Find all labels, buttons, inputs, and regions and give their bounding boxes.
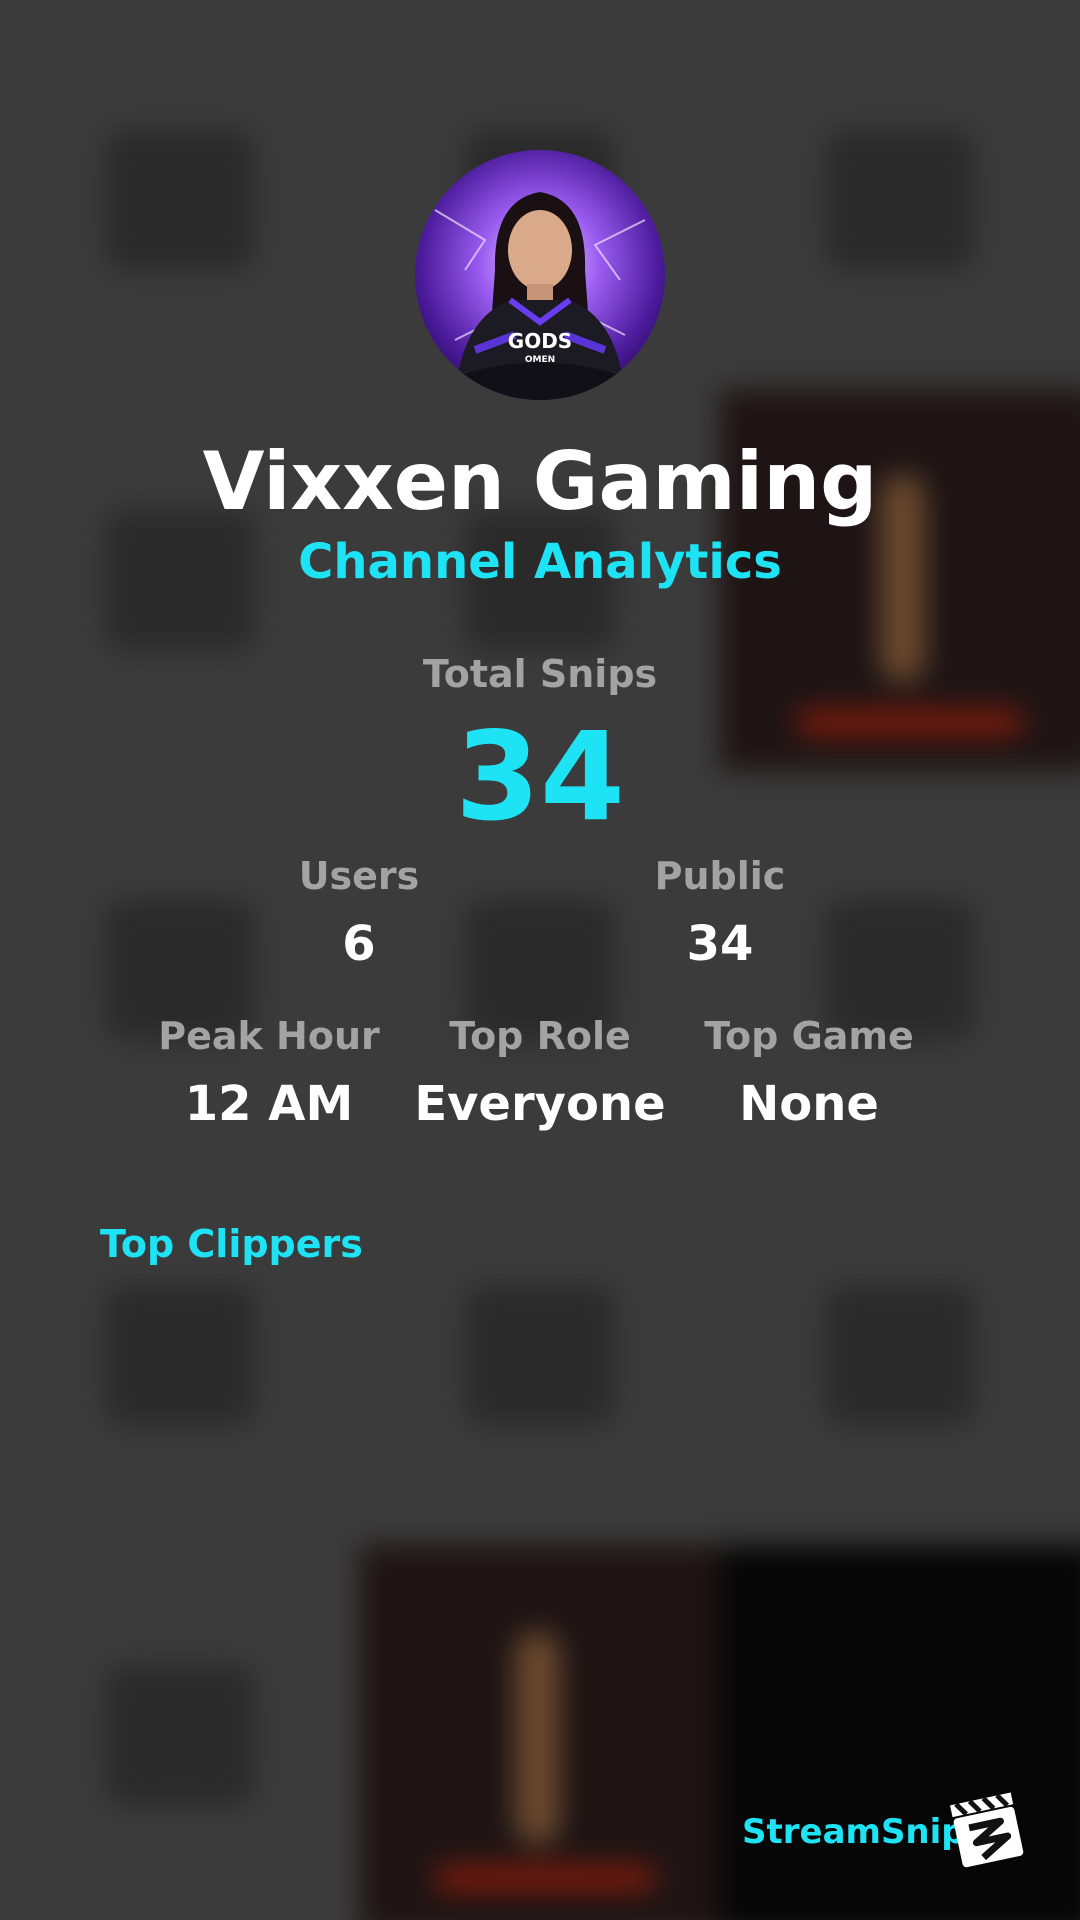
peak-hour-label: Peak Hour — [158, 1014, 380, 1058]
total-snips-label: Total Snips — [422, 652, 658, 696]
users-label: Users — [298, 854, 420, 898]
channel-name: Vixxen Gaming — [202, 435, 878, 528]
page-subtitle: Channel Analytics — [298, 534, 782, 590]
top-game-value: None — [739, 1076, 879, 1132]
public-label: Public — [654, 854, 786, 898]
public-value: 34 — [686, 916, 754, 972]
avatar-portrait-icon: GODS OMEN — [415, 150, 665, 400]
brand-name: StreamSnip — [742, 1812, 966, 1852]
top-role-stat: Top Role Everyone — [410, 1012, 670, 1134]
users-stat: Users 6 — [229, 852, 489, 974]
peak-hour-stat: Peak Hour 12 AM — [139, 1012, 399, 1134]
top-clippers-title: Top Clippers — [100, 1222, 363, 1266]
total-snips-value: 34 — [455, 706, 625, 848]
clapperboard-icon — [950, 1792, 1024, 1868]
peak-hour-value: 12 AM — [184, 1076, 354, 1132]
svg-text:GODS: GODS — [508, 329, 572, 353]
top-game-label: Top Game — [704, 1014, 914, 1058]
top-role-value: Everyone — [414, 1076, 666, 1132]
top-role-label: Top Role — [449, 1014, 631, 1058]
users-value: 6 — [342, 916, 376, 972]
top-game-stat: Top Game None — [679, 1012, 939, 1134]
channel-avatar: GODS OMEN — [415, 150, 665, 400]
card-content: GODS OMEN Vixxen Gaming Channel Analytic… — [0, 0, 1080, 1920]
analytics-card: GODS OMEN Vixxen Gaming Channel Analytic… — [0, 0, 1080, 1920]
svg-text:OMEN: OMEN — [525, 355, 555, 365]
public-stat: Public 34 — [590, 852, 850, 974]
